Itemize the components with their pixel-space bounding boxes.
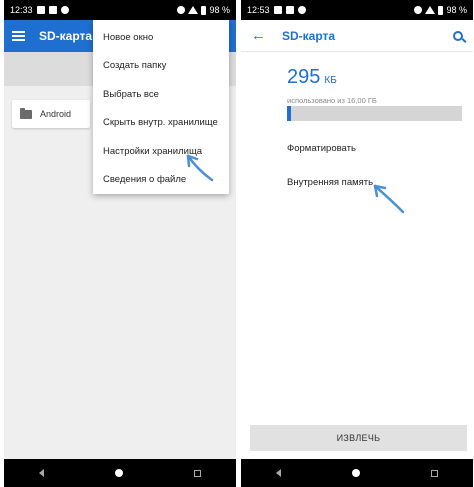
- battery-icon: [438, 5, 444, 15]
- alarm-icon: [60, 6, 69, 14]
- storage-progress-fill: [287, 106, 291, 121]
- storage-used-value: 295: [287, 66, 321, 88]
- notification-icon: [36, 6, 45, 14]
- left-app-title: SD-карта: [39, 29, 93, 43]
- signal-icon: [188, 6, 199, 14]
- notification-icon: [273, 6, 282, 14]
- overflow-menu: Новое окно Создать папку Выбрать все Скр…: [93, 20, 229, 194]
- left-status-bar: 12:33 98 %: [4, 0, 236, 20]
- folder-item-android[interactable]: Android: [12, 100, 90, 128]
- internal-storage-option[interactable]: Внутренняя память: [287, 177, 373, 188]
- folder-name: Android: [40, 109, 72, 119]
- back-arrow-icon[interactable]: ←: [251, 28, 266, 43]
- right-app-title: SD-карта: [282, 28, 336, 43]
- status-time: 12:33: [10, 5, 33, 15]
- menu-item-select-all[interactable]: Выбрать все: [93, 80, 229, 109]
- battery-icon: [201, 5, 207, 15]
- menu-item-storage-settings[interactable]: Настройки хранилища: [93, 137, 229, 166]
- left-phone-screen: 12:33 98 % SD-карта Android Новое окно С…: [4, 0, 236, 487]
- storage-progress-bar: [287, 106, 462, 121]
- menu-item-hide-internal-storage[interactable]: Скрыть внутр. хранилище: [93, 109, 229, 138]
- search-icon[interactable]: [453, 30, 463, 41]
- signal-icon: [425, 6, 436, 14]
- wifi-icon: [177, 6, 186, 14]
- nav-back-icon[interactable]: [276, 469, 282, 477]
- nav-home-icon[interactable]: [351, 469, 360, 477]
- battery-level: 98 %: [209, 5, 230, 15]
- left-navigation-bar: [4, 459, 236, 487]
- menu-item-create-folder[interactable]: Создать папку: [93, 52, 229, 81]
- sd-card-icon: [285, 6, 294, 14]
- nav-recents-icon[interactable]: [193, 469, 201, 477]
- wifi-icon: [414, 6, 423, 14]
- eject-button[interactable]: ИЗВЛЕЧЬ: [250, 425, 467, 451]
- menu-item-new-window[interactable]: Новое окно: [93, 23, 229, 52]
- hamburger-menu-icon[interactable]: [12, 31, 25, 41]
- right-status-bar: 12:53 98 %: [241, 0, 473, 20]
- storage-used-amount: 295 КБ: [287, 66, 337, 89]
- storage-settings-content: 295 КБ использовано из 16,00 ГБ Форматир…: [241, 52, 473, 459]
- storage-used-unit: КБ: [324, 75, 337, 86]
- nav-recents-icon[interactable]: [430, 469, 438, 477]
- nav-back-icon[interactable]: [39, 469, 45, 477]
- storage-caption: использовано из 16,00 ГБ: [287, 96, 377, 105]
- battery-level: 98 %: [446, 5, 467, 15]
- sd-card-icon: [48, 6, 57, 14]
- right-phone-screen: 12:53 98 % ← SD-карта 295 КБ использован…: [241, 0, 473, 487]
- menu-item-file-info[interactable]: Сведения о файле: [93, 166, 229, 195]
- right-app-bar: ← SD-карта: [241, 20, 473, 52]
- folder-icon: [20, 107, 32, 119]
- status-time: 12:53: [247, 5, 270, 15]
- format-option[interactable]: Форматировать: [287, 143, 356, 154]
- alarm-icon: [297, 6, 306, 14]
- nav-home-icon[interactable]: [114, 469, 123, 477]
- right-navigation-bar: [241, 459, 473, 487]
